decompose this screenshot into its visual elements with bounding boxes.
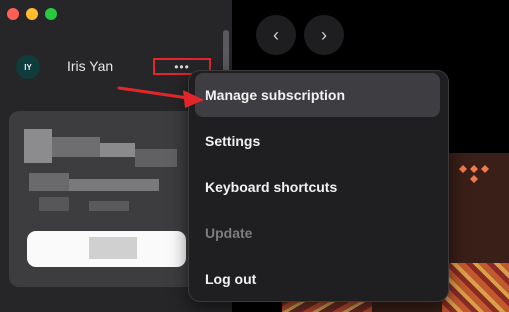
redacted-content — [24, 129, 52, 163]
chevron-right-icon: › — [321, 24, 327, 45]
account-menu: Manage subscription Settings Keyboard sh… — [188, 70, 449, 302]
redacted-card-button[interactable] — [27, 231, 186, 267]
menu-item-manage-subscription[interactable]: Manage subscription — [195, 73, 440, 117]
menu-item-settings[interactable]: Settings — [195, 119, 440, 163]
tidal-logo-icon — [459, 165, 489, 183]
user-name: Iris Yan — [67, 58, 114, 74]
avatar[interactable]: IY — [16, 55, 40, 79]
minimize-window-button[interactable] — [26, 8, 38, 20]
chevron-left-icon: ‹ — [273, 24, 279, 45]
menu-item-log-out[interactable]: Log out — [195, 257, 440, 301]
redacted-content — [29, 173, 69, 191]
close-window-button[interactable] — [7, 8, 19, 20]
album-art-pattern — [442, 263, 509, 312]
redacted-content — [89, 201, 129, 211]
redacted-content — [89, 237, 137, 259]
redacted-card — [9, 111, 207, 287]
zoom-window-button[interactable] — [45, 8, 57, 20]
redacted-content — [135, 149, 177, 167]
redacted-content — [52, 137, 100, 157]
redacted-content — [69, 179, 159, 191]
menu-item-keyboard-shortcuts[interactable]: Keyboard shortcuts — [195, 165, 440, 209]
redacted-content — [100, 143, 135, 157]
menu-item-update: Update — [205, 225, 253, 241]
redacted-content — [39, 197, 69, 211]
more-dots-icon: ••• — [174, 59, 190, 74]
back-button[interactable]: ‹ — [256, 15, 296, 55]
forward-button[interactable]: › — [304, 15, 344, 55]
